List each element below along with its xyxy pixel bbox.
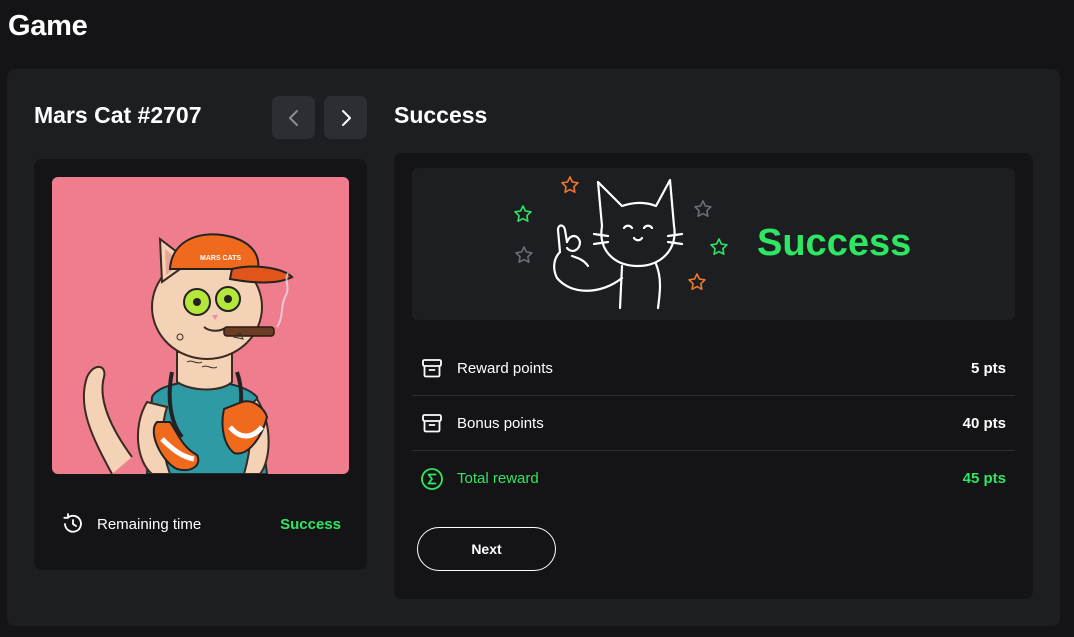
page-title: Game	[8, 10, 88, 42]
result-title: Success	[394, 102, 488, 128]
row-value: 40 pts	[962, 414, 1006, 432]
box-icon	[422, 414, 442, 433]
next-button[interactable]: Next	[417, 527, 556, 571]
cat-illustration: MARS CATS	[82, 233, 294, 474]
next-nft-button[interactable]	[324, 96, 367, 139]
nft-image: MARS CATS	[52, 177, 349, 474]
remaining-time-label: Remaining time	[97, 515, 202, 533]
remaining-time-status: Success	[280, 515, 341, 533]
chevron-right-icon	[341, 109, 351, 126]
chevron-left-icon	[288, 109, 298, 126]
previous-button[interactable]	[272, 96, 315, 139]
star-icon	[694, 200, 712, 217]
cap-logo: MARS CATS	[200, 255, 241, 262]
success-banner: Success	[412, 168, 1015, 320]
star-icon	[561, 176, 579, 193]
reward-points-row: Reward points 5 pts	[412, 341, 1015, 396]
row-label: Reward points	[457, 359, 553, 377]
nft-card: MARS CATS Remaining time Success	[34, 159, 367, 570]
bonus-points-row: Bonus points 40 pts	[412, 396, 1015, 451]
nft-name: Mars Cat #2707	[34, 102, 202, 128]
history-clock-icon	[63, 513, 82, 533]
star-icon	[514, 205, 532, 222]
star-icon	[710, 238, 728, 255]
reward-list: Reward points 5 pts Bonus points 40 pts …	[412, 341, 1015, 506]
row-value: 45 pts	[962, 470, 1006, 487]
row-value: 5 pts	[970, 359, 1006, 377]
waving-cat-illustration	[514, 176, 728, 310]
sigma-icon	[421, 467, 443, 490]
banner-success-text: Success	[757, 222, 912, 264]
total-reward-row: Total reward 45 pts	[412, 451, 1015, 506]
remaining-time-row: Remaining time Success	[60, 511, 341, 537]
star-icon	[515, 246, 533, 263]
star-icon	[688, 273, 706, 290]
result-card: Success Reward points 5 pts Bonus points…	[394, 153, 1033, 599]
row-label: Bonus points	[457, 414, 544, 432]
box-icon	[422, 359, 442, 378]
row-label: Total reward	[457, 470, 539, 487]
